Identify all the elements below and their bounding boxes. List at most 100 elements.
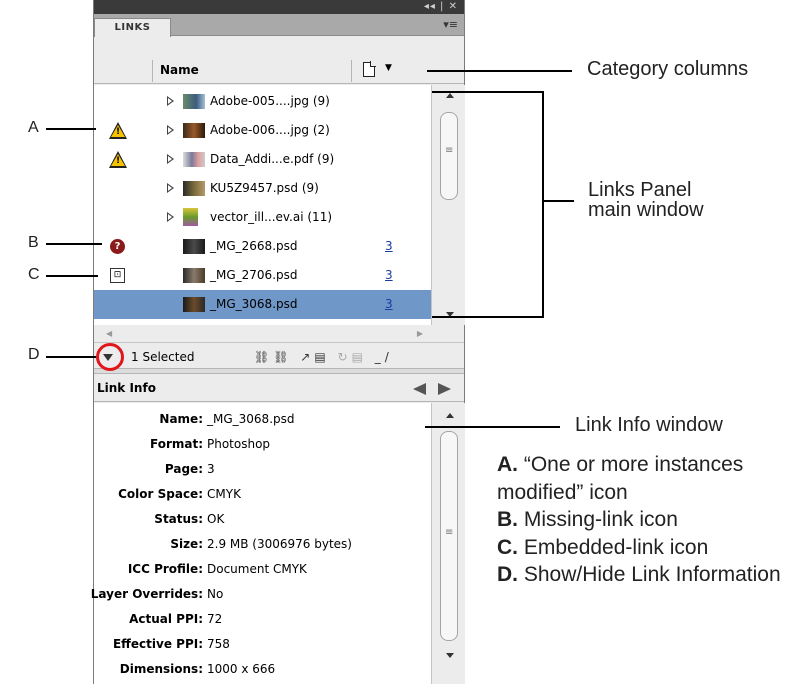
horizontal-scrollbar[interactable]: ◀ ▶ <box>94 326 431 340</box>
list-item[interactable]: KU5Z9457.psd (9) <box>94 174 431 203</box>
list-scrollbar[interactable] <box>431 85 465 325</box>
legend: A. “One or more instances modified” icon… <box>497 451 797 589</box>
expand-triangle-icon[interactable] <box>167 96 174 106</box>
edit-original-icon[interactable]: _/ <box>375 350 393 364</box>
links-panel: ◂◂ | ✕ LINKS ▾≡ Name ▼ Adobe-005....jpg … <box>90 0 465 684</box>
next-link-icon[interactable] <box>438 383 451 395</box>
scroll-right-arrow[interactable]: ▶ <box>417 329 423 338</box>
tab-row: LINKS ▾≡ <box>94 14 464 37</box>
thumbnail <box>183 208 198 226</box>
scroll-thumb[interactable] <box>440 112 458 200</box>
links-list: Adobe-005....jpg (9) ! Adobe-006....jpg … <box>94 85 431 325</box>
label-a: A <box>28 119 39 136</box>
scroll-down-arrow[interactable] <box>446 653 454 658</box>
name-column-header[interactable]: Name <box>160 63 199 77</box>
page-column-icon[interactable] <box>363 61 376 77</box>
missing-link-icon: ? <box>110 239 128 257</box>
thumbnail <box>183 268 205 283</box>
tab-links[interactable]: LINKS <box>94 18 171 37</box>
legend-d: D. Show/Hide Link Information <box>497 563 781 586</box>
info-row: ICC Profile: Document CMYK <box>127 562 307 576</box>
thumbnail <box>183 152 205 167</box>
scroll-thumb[interactable] <box>440 431 458 641</box>
info-row: Name: _MG_3068.psd <box>159 412 295 426</box>
list-item[interactable]: ⊡ _MG_2706.psd 3 <box>94 261 431 290</box>
thumbnail <box>183 94 205 109</box>
scroll-left-arrow[interactable]: ◀ <box>106 329 112 338</box>
highlight-ring <box>96 343 124 371</box>
page-link[interactable]: 3 <box>385 297 393 311</box>
list-item[interactable]: ! Data_Addi...e.pdf (9) <box>94 145 431 174</box>
thumbnail <box>183 123 205 138</box>
label-links-panel: Links Panel main window <box>588 179 704 221</box>
link-name: _MG_3068.psd <box>210 297 298 311</box>
thumbnail <box>183 239 205 254</box>
link-name: KU5Z9457.psd (9) <box>210 181 319 195</box>
expand-triangle-icon[interactable] <box>167 154 174 164</box>
scroll-up-arrow[interactable] <box>446 413 454 418</box>
info-row: Actual PPI: 72 <box>129 612 223 626</box>
column-divider <box>152 60 153 82</box>
scroll-up-arrow[interactable] <box>446 93 454 98</box>
info-row: Size: 2.9 MB (3006976 bytes) <box>170 537 352 551</box>
label-category-columns: Category columns <box>587 58 749 80</box>
info-row: Layer Overrides: No <box>90 587 224 601</box>
label-d: D <box>28 346 40 363</box>
thumbnail <box>183 181 205 196</box>
callout-bracket-bottom <box>432 316 544 318</box>
legend-a: A. “One or more instances modified” icon <box>497 453 744 504</box>
label-c: C <box>28 266 40 283</box>
embedded-link-icon: ⊡ <box>110 268 128 286</box>
page-link[interactable]: 3 <box>385 268 393 282</box>
panel-title-bar: ◂◂ | ✕ <box>94 0 464 14</box>
expand-triangle-icon[interactable] <box>167 212 174 222</box>
link-name: _MG_2706.psd <box>210 268 298 282</box>
info-row: Format: Photoshop <box>149 437 271 451</box>
callout-line <box>46 128 96 130</box>
update-link-icon[interactable]: ↻▤ <box>338 350 367 364</box>
info-row: Color Space: CMYK <box>118 487 241 501</box>
callout-bracket-top <box>432 91 544 93</box>
warning-icon: ! <box>109 151 127 169</box>
callout-line <box>46 356 96 358</box>
link-name: vector_ill...ev.ai (11) <box>210 210 333 224</box>
list-item[interactable]: ! Adobe-006....jpg (2) <box>94 116 431 145</box>
chevron-down-icon[interactable]: ▼ <box>385 63 392 73</box>
link-name: Adobe-005....jpg (9) <box>210 94 330 108</box>
info-scrollbar[interactable] <box>431 403 465 684</box>
expand-triangle-icon[interactable] <box>167 125 174 135</box>
label-link-info-window: Link Info window <box>575 414 723 436</box>
relink-icon[interactable]: ⛓⛓ <box>254 350 292 364</box>
callout-line <box>425 426 560 428</box>
collapse-close-controls[interactable]: ◂◂ | ✕ <box>424 0 458 14</box>
page-link[interactable]: 3 <box>385 239 393 253</box>
link-tools: ⛓⛓ ↗▤ ↻▤ _/ <box>254 350 393 364</box>
callout-line <box>427 70 572 72</box>
link-info-title: Link Info <box>97 381 156 395</box>
label-b: B <box>28 234 39 251</box>
column-header: Name ▼ <box>94 58 464 84</box>
info-row: Dimensions: 1000 x 666 <box>119 662 276 676</box>
previous-link-icon[interactable] <box>413 383 426 395</box>
selection-count: 1 Selected <box>131 350 195 364</box>
legend-b: B. Missing-link icon <box>497 508 678 531</box>
thumbnail <box>183 297 205 312</box>
panel-menu-icon[interactable]: ▾≡ <box>443 18 458 32</box>
list-item[interactable]: ? _MG_2668.psd 3 <box>94 232 431 261</box>
go-to-link-icon[interactable]: ↗▤ <box>300 350 329 364</box>
info-row: Effective PPI: 758 <box>112 637 230 651</box>
legend-c: C. Embedded-link icon <box>497 535 709 559</box>
list-item[interactable]: Adobe-005....jpg (9) <box>94 87 431 116</box>
list-item[interactable]: vector_ill...ev.ai (11) <box>94 203 431 232</box>
link-name: _MG_2668.psd <box>210 239 298 253</box>
list-item-selected[interactable]: _MG_3068.psd 3 <box>94 290 431 319</box>
info-row: Status: OK <box>154 512 225 526</box>
callout-line <box>46 275 98 277</box>
callout-bracket-side <box>542 91 544 318</box>
expand-triangle-icon[interactable] <box>167 183 174 193</box>
callout-line <box>544 200 574 202</box>
info-row: Page: 3 <box>164 462 215 476</box>
link-info-header: Link Info <box>94 374 464 402</box>
link-name: Adobe-006....jpg (2) <box>210 123 330 137</box>
link-name: Data_Addi...e.pdf (9) <box>210 152 335 166</box>
